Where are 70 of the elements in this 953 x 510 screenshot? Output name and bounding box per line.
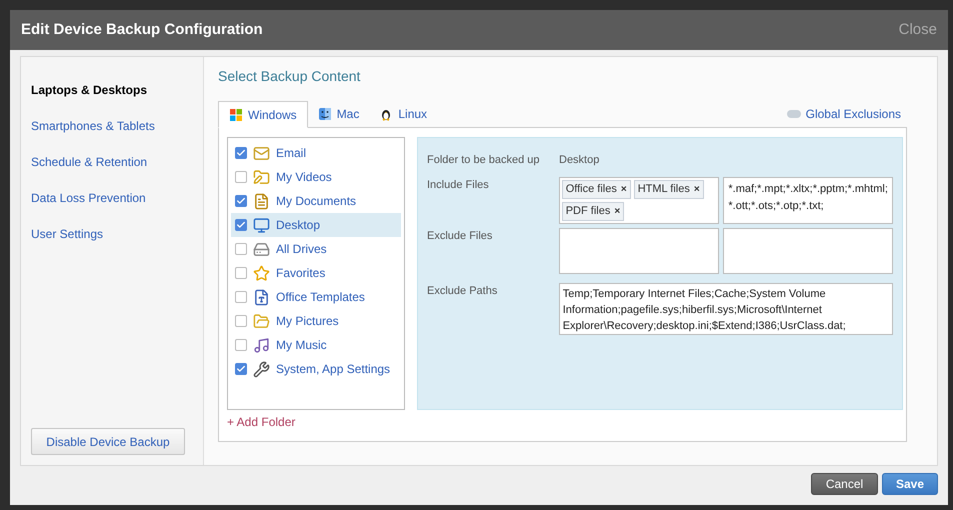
tag-label: PDF files: [566, 204, 610, 219]
checkbox[interactable]: [235, 339, 247, 351]
sidebar-item[interactable]: Data Loss Prevention: [31, 189, 203, 207]
save-button[interactable]: Save: [882, 473, 938, 495]
folder-label: My Documents: [276, 193, 356, 210]
tag-label: Office files: [566, 182, 617, 197]
music-icon: [253, 336, 270, 354]
windows-logo-icon: [229, 108, 243, 122]
checkbox[interactable]: [235, 267, 247, 279]
folder-row[interactable]: Office Templates: [231, 285, 401, 309]
folder-label: All Drives: [276, 241, 327, 258]
sidebar-item[interactable]: Schedule & Retention: [31, 153, 203, 171]
disable-backup-button[interactable]: Disable Device Backup: [31, 428, 185, 455]
exclude-files-field[interactable]: [558, 228, 720, 274]
remove-tag-button[interactable]: ×: [620, 182, 627, 196]
folder-row[interactable]: Desktop: [231, 213, 401, 237]
folder-row[interactable]: My Documents: [231, 189, 401, 213]
finder-face-icon: [318, 106, 332, 120]
field-label: Exclude Files: [427, 228, 494, 244]
tag-label: HTML files: [638, 182, 690, 197]
sidebar-item[interactable]: Laptops & Desktops: [31, 81, 203, 99]
exclude-extensions-field[interactable]: [723, 228, 894, 274]
folder-label: My Videos: [276, 169, 332, 186]
folder-label: Favorites: [276, 265, 326, 282]
checkbox[interactable]: [235, 171, 247, 183]
exclude-paths-field[interactable]: Temp;Temporary Internet Files;Cache;System Volume Information;pagefile.sys;hiberfil.sys;Microsoft\Internet Explorer\Recovery;desktop.ini;$Extend;I386;UsrClass.dat;: [558, 282, 893, 334]
add-folder-link[interactable]: + Add Folder: [227, 413, 405, 431]
checkbox[interactable]: [235, 243, 247, 255]
os-tab[interactable]: Linux: [369, 100, 438, 127]
folder-row[interactable]: My Music: [231, 333, 401, 357]
folder-label: Email: [276, 145, 306, 162]
folder-row[interactable]: System, App Settings: [231, 357, 401, 381]
checkbox[interactable]: [235, 315, 247, 327]
global-exclusions-link[interactable]: Global Exclusions: [786, 105, 901, 123]
sidebar-item[interactable]: Smartphones & Tablets: [31, 117, 203, 135]
star-icon: [253, 264, 270, 282]
checkbox[interactable]: [235, 363, 247, 375]
folder-label: Desktop: [276, 217, 320, 234]
checkbox[interactable]: [235, 291, 247, 303]
folder-row[interactable]: My Pictures: [231, 309, 401, 333]
window-title: Edit Device Backup Configuration: [21, 20, 263, 40]
field-label: Folder to be backed up: [427, 153, 541, 168]
folder-row[interactable]: My Videos: [231, 165, 401, 189]
document-icon: [253, 192, 270, 210]
sidebar-item[interactable]: User Settings: [31, 225, 203, 243]
drive-icon: [253, 240, 270, 258]
remove-tag-button[interactable]: ×: [614, 204, 620, 218]
folder-row[interactable]: Favorites: [231, 261, 401, 285]
extensions-field[interactable]: *.maf;*.mpt;*.xltx;*.pptm;*.mhtml;*.ott;*.ots;*.otp;*.txt;: [723, 176, 893, 224]
field-label: Exclude Paths: [427, 284, 498, 298]
cancel-button[interactable]: Cancel: [811, 473, 878, 495]
folder-label: My Music: [276, 337, 327, 354]
os-tab[interactable]: Mac: [308, 100, 370, 127]
file-type-tags-field[interactable]: Office files × HTML files × PDF files ×: [558, 176, 720, 224]
folder-row[interactable]: All Drives: [231, 237, 401, 261]
desktop-icon: [253, 216, 270, 234]
remove-tag-button[interactable]: ×: [694, 182, 700, 196]
folder-name: Desktop: [559, 153, 600, 168]
folder-label: My Pictures: [276, 313, 339, 330]
folder-row[interactable]: Email: [231, 141, 401, 165]
checkbox[interactable]: [235, 219, 247, 231]
checkbox[interactable]: [235, 195, 247, 207]
checkbox[interactable]: [235, 147, 247, 159]
os-tab[interactable]: Windows: [218, 101, 308, 128]
folder-label: System, App Settings: [276, 361, 390, 378]
toggle-icon: [786, 110, 801, 118]
section-title: Select Backup Content: [218, 67, 362, 86]
field-label: Include Files: [427, 178, 490, 192]
folder-label: Office Templates: [276, 289, 365, 306]
mail-icon: [253, 144, 270, 162]
